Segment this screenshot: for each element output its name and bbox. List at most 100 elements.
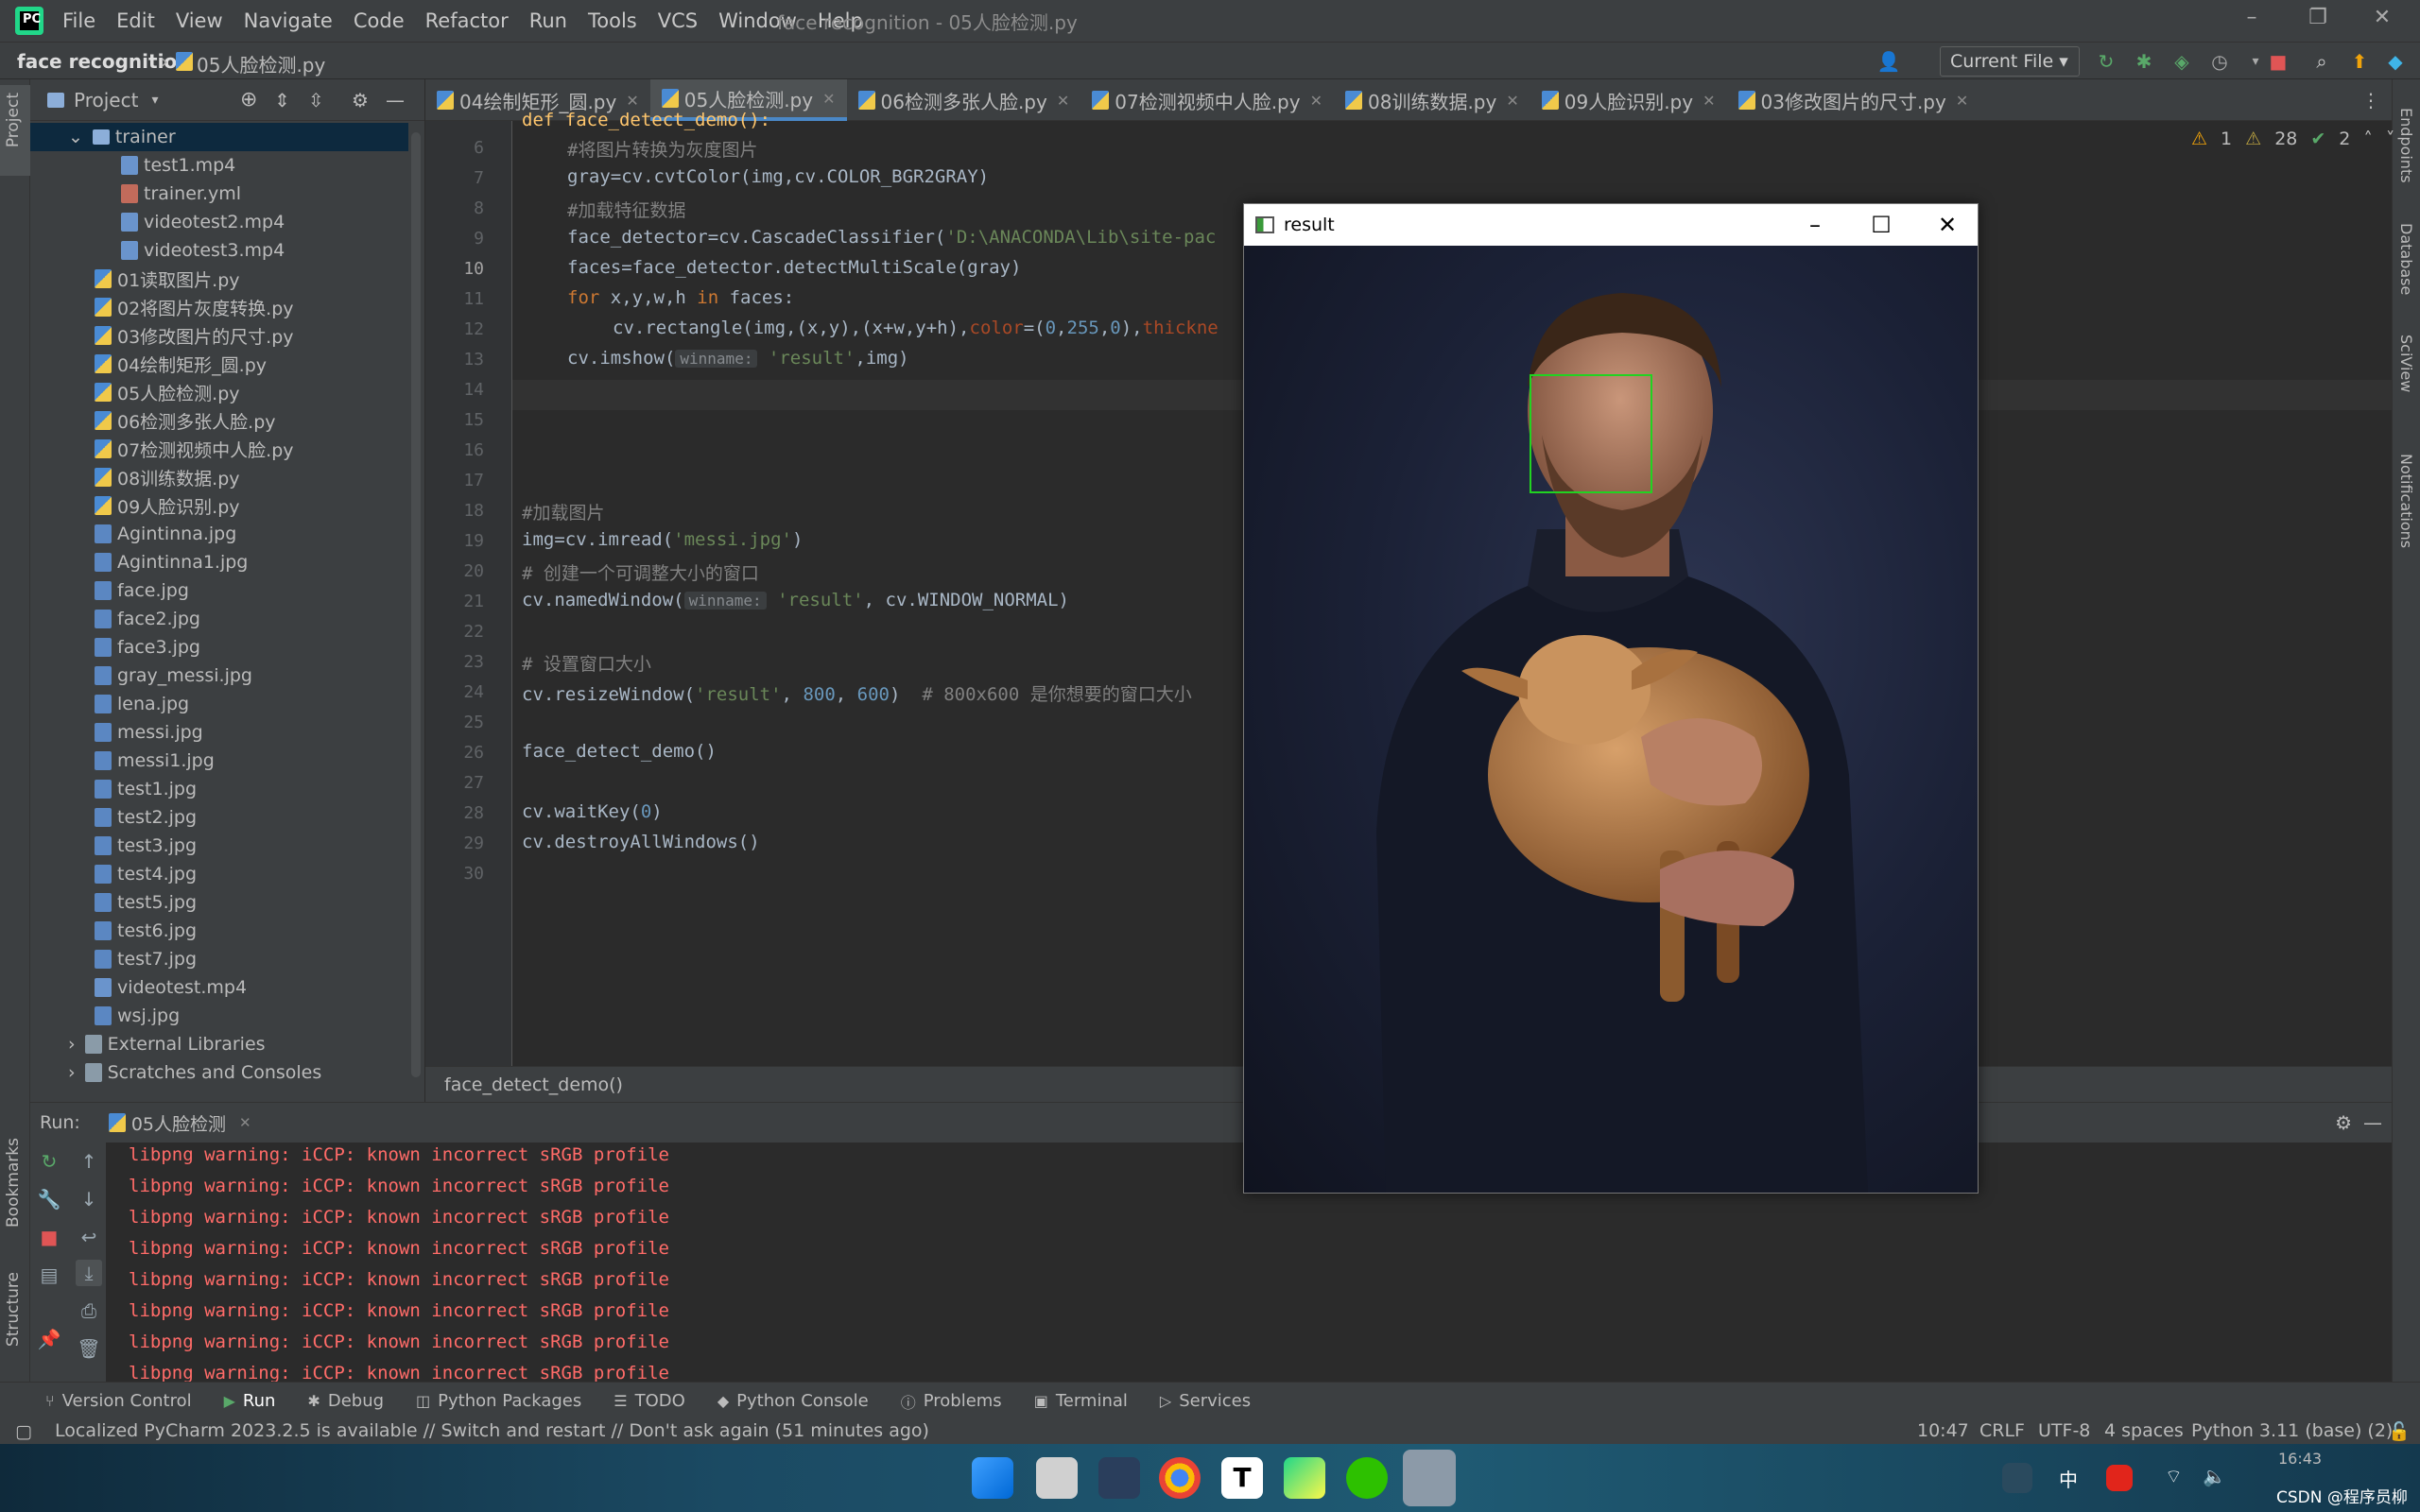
minimize-icon[interactable]: – xyxy=(1796,212,1834,238)
tree-item[interactable]: 04绘制矩形_圆.py xyxy=(30,350,408,378)
tree-item[interactable]: test1.jpg xyxy=(30,775,408,803)
tree-item[interactable]: gray_messi.jpg xyxy=(30,662,408,690)
tree-item[interactable]: test1.mp4 xyxy=(30,151,408,180)
run-config-tab[interactable]: 05人脸检测 xyxy=(131,1110,226,1136)
antivirus-icon[interactable] xyxy=(2106,1465,2133,1491)
tree-folder[interactable]: ⌄ trainer xyxy=(30,123,408,151)
notepad-icon[interactable] xyxy=(1403,1450,1456,1506)
update-icon[interactable]: ⬆ xyxy=(2346,48,2373,75)
tool-tab-notifications[interactable]: Notifications xyxy=(2397,454,2415,548)
run-icon[interactable]: ↻ xyxy=(2093,48,2119,75)
tab-run[interactable]: ▶ Run xyxy=(224,1391,276,1411)
stop-icon[interactable]: ■ xyxy=(36,1224,62,1250)
tab-debug[interactable]: ✱ Debug xyxy=(307,1391,384,1411)
project-scrollbar[interactable] xyxy=(411,132,421,1077)
jetbrains-ai-icon[interactable]: ◆ xyxy=(2382,48,2409,75)
chevron-down-icon[interactable]: ⌄ xyxy=(68,127,83,147)
menu-vcs[interactable]: VCS xyxy=(658,9,698,32)
tree-item[interactable]: Agintinna.jpg xyxy=(30,520,408,548)
coverage-icon[interactable]: ◈ xyxy=(2169,48,2195,75)
close-icon[interactable]: ✕ xyxy=(2363,6,2401,29)
tab-services[interactable]: ▷ Services xyxy=(1160,1391,1251,1411)
tree-item[interactable]: test2.jpg xyxy=(30,803,408,832)
clock-time[interactable]: 16:43 xyxy=(2278,1450,2322,1468)
tree-item[interactable]: 06检测多张人脸.py xyxy=(30,406,408,435)
file-encoding[interactable]: UTF-8 xyxy=(2038,1420,2090,1441)
close-tab-icon[interactable]: ✕ xyxy=(1310,92,1322,110)
rerun-icon[interactable]: ↻ xyxy=(36,1148,62,1175)
soft-wrap-icon[interactable]: ↩ xyxy=(76,1224,102,1250)
chevron-down-icon[interactable]: ▾ xyxy=(151,93,158,108)
close-tab-icon[interactable]: ✕ xyxy=(1956,92,1968,110)
tool-tab-endpoints[interactable]: Endpoints xyxy=(2397,108,2415,183)
indent-setting[interactable]: 4 spaces xyxy=(2104,1420,2184,1441)
chevron-right-icon[interactable]: › xyxy=(68,1034,76,1055)
menu-tools[interactable]: Tools xyxy=(588,9,637,32)
print-icon[interactable]: ⎙ xyxy=(76,1297,102,1324)
tool-tab-bookmarks[interactable]: Bookmarks xyxy=(4,1138,23,1228)
tool-tab-project[interactable]: Project xyxy=(4,93,23,147)
arrow-up-icon[interactable]: ↑ xyxy=(76,1148,102,1175)
close-tab-icon[interactable]: ✕ xyxy=(626,92,638,110)
locate-icon[interactable]: ⊕ xyxy=(240,88,257,112)
wrench-icon[interactable]: 🔧 xyxy=(36,1186,62,1212)
inspection-widget[interactable]: ⚠ 1 ⚠ 28 ✔ 2 ˄ ˅ xyxy=(2191,129,2394,149)
tree-item[interactable]: lena.jpg xyxy=(30,690,408,718)
project-panel-title[interactable]: Project xyxy=(74,89,138,112)
menu-run[interactable]: Run xyxy=(529,9,567,32)
minimize-icon[interactable]: – xyxy=(2233,6,2271,29)
line-separator[interactable]: CRLF xyxy=(1979,1420,2025,1441)
opencv-result-window[interactable]: result – ☐ ✕ xyxy=(1243,203,1979,1194)
tool-tab-sciview[interactable]: SciView xyxy=(2397,335,2415,392)
menu-refactor[interactable]: Refactor xyxy=(425,9,509,32)
lock-icon[interactable]: 🔓 xyxy=(2388,1420,2411,1442)
close-tab-icon[interactable]: ✕ xyxy=(239,1114,251,1131)
tree-item[interactable]: messi.jpg xyxy=(30,718,408,747)
tree-item[interactable]: › External Libraries xyxy=(30,1030,408,1058)
gear-icon[interactable]: ⚙ xyxy=(2335,1111,2352,1134)
close-icon[interactable]: ✕ xyxy=(1928,212,1966,238)
tree-item[interactable]: 05人脸检测.py xyxy=(30,378,408,406)
tree-item[interactable]: 01读取图片.py xyxy=(30,265,408,293)
game-icon[interactable] xyxy=(1098,1457,1140,1499)
tree-item[interactable]: 02将图片灰度转换.py xyxy=(30,293,408,321)
tree-item[interactable]: videotest2.mp4 xyxy=(30,208,408,236)
expand-all-icon[interactable]: ⇕ xyxy=(274,89,290,112)
tool-tab-database[interactable]: Database xyxy=(2397,223,2415,295)
tree-item[interactable]: videotest.mp4 xyxy=(30,973,408,1002)
panel-toggle-icon[interactable]: ▢ xyxy=(15,1421,32,1442)
file-explorer-icon[interactable] xyxy=(1036,1457,1078,1499)
tree-item[interactable]: Agintinna1.jpg xyxy=(30,548,408,576)
tree-item[interactable]: 03修改图片的尺寸.py xyxy=(30,321,408,350)
editor-tab[interactable]: 07检测视频中人脸.py ✕ xyxy=(1080,79,1334,121)
editor-tab[interactable]: 08训练数据.py ✕ xyxy=(1334,79,1530,121)
hide-panel-icon[interactable]: — xyxy=(2363,1111,2382,1134)
editor-tab[interactable]: 06检测多张人脸.py ✕ xyxy=(847,79,1081,121)
arrow-down-icon[interactable]: ↓ xyxy=(76,1186,102,1212)
tree-item[interactable]: face3.jpg xyxy=(30,633,408,662)
tab-python-packages[interactable]: ◫ Python Packages xyxy=(416,1391,581,1411)
caret-position[interactable]: 10:47 xyxy=(1917,1420,1969,1441)
wifi-icon[interactable]: ⌔ xyxy=(2165,1465,2183,1488)
tree-item[interactable]: test4.jpg xyxy=(30,860,408,888)
tree-item[interactable]: trainer.yml xyxy=(30,180,408,208)
profile-icon[interactable]: ◷ xyxy=(2206,48,2233,75)
more-tabs-icon[interactable]: ⋮ xyxy=(2350,79,2392,121)
tree-item[interactable]: face2.jpg xyxy=(30,605,408,633)
layout-icon[interactable]: ▤ xyxy=(36,1262,62,1288)
debug-icon[interactable]: ✱ xyxy=(2131,48,2157,75)
windows-start-icon[interactable] xyxy=(972,1457,1013,1499)
chevron-up-icon[interactable]: ˄ xyxy=(2363,129,2373,149)
tree-item[interactable]: 07检测视频中人脸.py xyxy=(30,435,408,463)
tree-item[interactable]: test6.jpg xyxy=(30,917,408,945)
menu-file[interactable]: File xyxy=(62,9,95,32)
run-configuration-select[interactable]: Current File ▾ xyxy=(1940,46,2080,77)
chevron-right-icon[interactable]: › xyxy=(68,1062,76,1083)
close-tab-icon[interactable]: ✕ xyxy=(1703,92,1715,110)
tab-todo[interactable]: ☰ TODO xyxy=(614,1391,685,1411)
pycharm-taskbar-icon[interactable] xyxy=(1284,1457,1325,1499)
restore-icon[interactable]: ❐ xyxy=(2299,6,2337,29)
gear-icon[interactable]: ⚙ xyxy=(352,89,369,112)
stop-icon[interactable]: ■ xyxy=(2265,48,2291,75)
tree-item[interactable]: test5.jpg xyxy=(30,888,408,917)
